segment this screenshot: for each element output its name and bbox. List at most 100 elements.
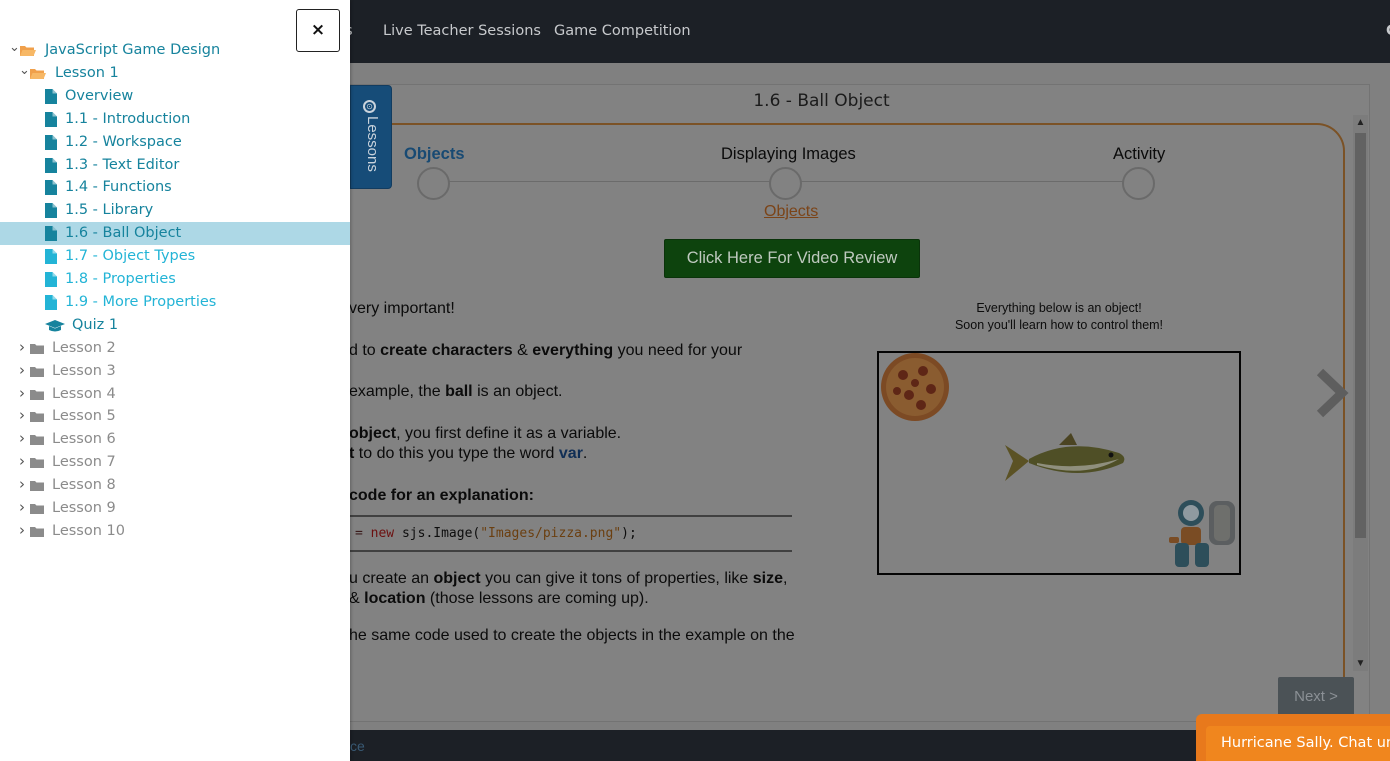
tree-item[interactable]: 1.8 - Properties xyxy=(0,268,350,291)
tree-item-label: Quiz 1 xyxy=(72,316,119,333)
folder-icon xyxy=(30,343,44,354)
chevron-right-icon[interactable]: › xyxy=(17,519,27,542)
chevron-right-icon[interactable]: › xyxy=(17,382,27,405)
tree-item-label: Lesson 10 xyxy=(52,522,125,539)
tree-item[interactable]: 1.6 - Ball Object xyxy=(0,222,350,246)
video-review-button[interactable]: Click Here For Video Review xyxy=(664,239,920,278)
pizza-sprite xyxy=(881,353,949,421)
file-icon xyxy=(45,226,57,242)
tree-item[interactable]: 1.2 - Workspace xyxy=(0,131,350,154)
footer-text[interactable]: ce xyxy=(350,738,365,754)
chevron-right-icon[interactable]: › xyxy=(17,496,27,519)
tree-item-label: 1.4 - Functions xyxy=(65,179,172,196)
tree-item[interactable]: Overview xyxy=(0,85,350,108)
tree-item[interactable]: › Lesson 8 xyxy=(0,474,350,497)
folder-icon xyxy=(30,366,44,377)
step-circle-displaying-images[interactable] xyxy=(769,167,802,200)
lesson-paragraph: u create an object you can give it tons … xyxy=(349,570,788,587)
scroll-thumb[interactable] xyxy=(1355,133,1366,538)
current-step-link[interactable]: Objects xyxy=(764,203,818,221)
step-label-displaying-images[interactable]: Displaying Images xyxy=(721,145,856,164)
chevron-down-icon[interactable]: ⌄ xyxy=(9,36,20,59)
lessons-drawer: × ⌄ JavaScript Game Design ⌄ Lesson 1 Overvi… xyxy=(0,0,350,761)
tree-item-label: Lesson 4 xyxy=(52,385,116,402)
tree-item[interactable]: › Lesson 6 xyxy=(0,428,350,451)
tree-item[interactable]: 1.1 - Introduction xyxy=(0,108,350,131)
file-icon xyxy=(45,203,57,219)
scroll-up-icon[interactable]: ▲ xyxy=(1353,115,1368,130)
tree-item-label: Lesson 3 xyxy=(52,362,116,379)
lesson-title: 1.6 - Ball Object xyxy=(753,91,890,111)
tree-item-label: 1.2 - Workspace xyxy=(65,133,182,150)
compass-icon: ⊙ xyxy=(363,100,376,113)
tree-item[interactable]: ⌄ JavaScript Game Design xyxy=(0,39,350,62)
step-circle-objects[interactable] xyxy=(417,167,450,200)
chevron-right-icon[interactable]: › xyxy=(17,450,27,473)
tree-item[interactable]: 1.5 - Library xyxy=(0,199,350,222)
folder-icon xyxy=(30,526,44,537)
tree-item-label: Lesson 2 xyxy=(52,339,116,356)
next-button[interactable]: Next > xyxy=(1278,677,1354,717)
folder-open-icon xyxy=(30,68,46,79)
tree-item-label: Lesson 5 xyxy=(52,408,116,425)
lesson-paragraph: t to do this you type the word var. xyxy=(349,445,588,462)
lesson-paragraph: code for an explanation: xyxy=(349,487,534,504)
code-sample: = new sjs.Image("Images/pizza.png"); xyxy=(349,515,792,552)
tree-item-label: 1.1 - Introduction xyxy=(65,110,191,127)
lesson-paragraph: d to create characters & everything you … xyxy=(349,342,743,359)
tree-item[interactable]: 1.9 - More Properties xyxy=(0,291,350,314)
file-icon xyxy=(45,272,57,287)
nav-item-partial-right[interactable]: C xyxy=(1386,23,1390,39)
chevron-down-icon[interactable]: ⌄ xyxy=(19,59,30,82)
lesson-paragraph: object, you first define it as a variabl… xyxy=(349,425,622,442)
tree-item[interactable]: › Lesson 5 xyxy=(0,405,350,428)
file-icon xyxy=(45,294,57,310)
tree-item[interactable]: › Lesson 2 xyxy=(0,337,350,360)
chat-widget-label[interactable]: Hurricane Sally. Chat und xyxy=(1206,726,1390,761)
chevron-right-icon[interactable]: › xyxy=(17,359,27,382)
tree-item[interactable]: 1.4 - Functions xyxy=(0,176,350,199)
tree-item[interactable]: ⌄ Lesson 1 xyxy=(0,62,350,85)
chevron-right-icon[interactable]: › xyxy=(17,473,27,496)
step-circle-activity[interactable] xyxy=(1122,167,1155,200)
tree-item[interactable]: 1.3 - Text Editor xyxy=(0,154,350,177)
chevron-right-icon[interactable]: › xyxy=(17,336,27,359)
object-demo-canvas xyxy=(877,351,1241,575)
step-label-activity[interactable]: Activity xyxy=(1113,145,1165,164)
demo-caption: Everything below is an object! Soon you'… xyxy=(954,301,1164,332)
folder-icon xyxy=(30,435,44,446)
tree-item-label: Lesson 9 xyxy=(52,500,116,516)
tree-item[interactable]: › Lesson 7 xyxy=(0,451,350,474)
lesson-paragraph: example, the ball is an object. xyxy=(349,383,563,400)
folder-icon xyxy=(30,412,44,423)
lesson-paragraph: & location (those lessons are coming up)… xyxy=(349,590,649,607)
nav-item-live-teacher-sessions[interactable]: Live Teacher Sessions xyxy=(383,23,541,39)
tree-item-label: 1.6 - Ball Object xyxy=(65,225,182,242)
tree-item[interactable]: › Lesson 3 xyxy=(0,360,350,383)
lessons-tab-button[interactable]: ⊙ Lessons xyxy=(350,85,392,189)
robot-sprite xyxy=(1169,500,1235,567)
tree-item[interactable]: › Lesson 4 xyxy=(0,383,350,406)
tree-item[interactable]: › Lesson 9 xyxy=(0,497,350,520)
tree-item-label: 1.8 - Properties xyxy=(65,271,176,287)
tree-item-label: Lesson 6 xyxy=(52,431,116,448)
close-icon: × xyxy=(310,20,326,40)
tree-item-label: 1.7 - Object Types xyxy=(65,248,196,265)
file-icon xyxy=(45,134,57,150)
folder-icon xyxy=(30,389,44,400)
tree-item[interactable]: › Lesson 10 xyxy=(0,520,350,543)
tree-item-label: Overview xyxy=(65,87,134,104)
step-label-objects[interactable]: Objects xyxy=(404,145,465,164)
tree-item-label: JavaScript Game Design xyxy=(45,42,221,58)
next-slide-chevron-icon[interactable] xyxy=(1312,368,1352,418)
content-scrollbar[interactable]: ▲ ▼ xyxy=(1353,115,1368,671)
chevron-right-icon[interactable]: › xyxy=(17,404,27,427)
nav-item-game-competition[interactable]: Game Competition xyxy=(554,23,691,39)
tree-item-label: 1.3 - Text Editor xyxy=(65,156,180,173)
tree-item[interactable]: 1.7 - Object Types xyxy=(0,245,350,268)
chevron-right-icon[interactable]: › xyxy=(17,427,27,450)
tree-item-label: Lesson 1 xyxy=(55,64,119,81)
scroll-down-icon[interactable]: ▼ xyxy=(1353,656,1368,671)
file-icon xyxy=(45,88,57,104)
tree-item[interactable]: Quiz 1 xyxy=(0,314,350,337)
